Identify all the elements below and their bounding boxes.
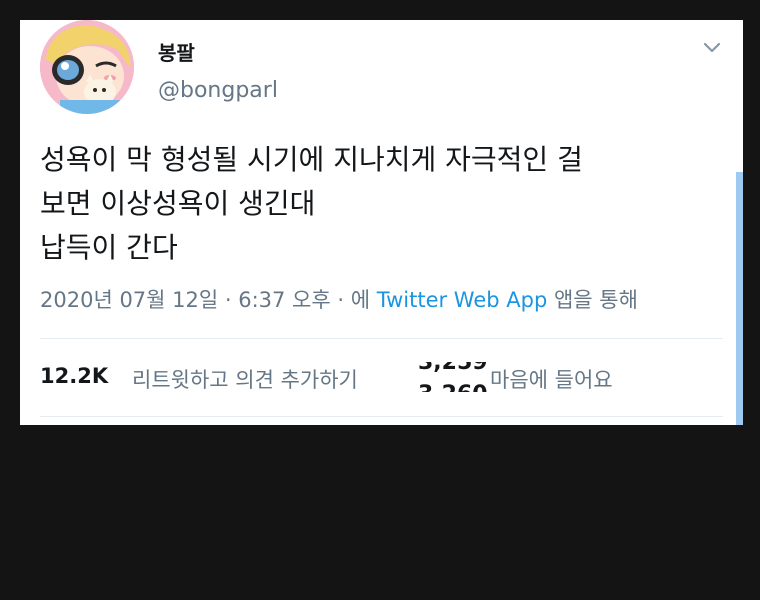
display-name[interactable]: 봉팔 <box>158 37 195 66</box>
scrollbar[interactable] <box>736 172 743 425</box>
tweet-line: 보면 이상성욕이 생긴대 <box>40 187 316 220</box>
divider <box>40 338 723 339</box>
tweet-card: 봉팔 @bongparl 성욕이 막 형성될 시기에 지나치게 자극적인 걸 보… <box>20 20 743 425</box>
like-count-bottom: 3,260 <box>418 382 488 392</box>
like-label[interactable]: 마음에 들어요 <box>490 364 613 394</box>
retweet-count[interactable]: 12.2K <box>40 364 108 388</box>
tweet-meta: 2020년 07월 12일 · 6:37 오후 · 에 Twitter Web … <box>40 284 638 314</box>
tweet-line: 성욕이 막 형성될 시기에 지나치게 자극적인 걸 <box>40 143 583 176</box>
like-count-ticker[interactable]: 3,259 3,260 <box>418 362 488 392</box>
divider <box>40 416 723 417</box>
retweet-label[interactable]: 리트윗하고 의견 추가하기 <box>132 364 358 394</box>
tweet-timestamp[interactable]: 2020년 07월 12일 · 6:37 오후 · 에 <box>40 288 370 312</box>
chevron-down-icon[interactable] <box>701 36 723 58</box>
tweet-text: 성욕이 막 형성될 시기에 지나치게 자극적인 걸 보면 이상성욕이 생긴대 납… <box>40 138 730 270</box>
avatar[interactable] <box>40 20 134 114</box>
user-handle[interactable]: @bongparl <box>158 78 278 103</box>
avatar-image <box>40 20 134 114</box>
tweet-line: 납득이 간다 <box>40 231 178 264</box>
like-count-top: 3,259 <box>418 362 488 375</box>
source-suffix: 앱을 통해 <box>553 288 638 312</box>
tweet-stats: 12.2K 리트윗하고 의견 추가하기 3,259 3,260 마음에 들어요 <box>40 362 730 396</box>
source-app-link[interactable]: Twitter Web App <box>377 288 548 312</box>
